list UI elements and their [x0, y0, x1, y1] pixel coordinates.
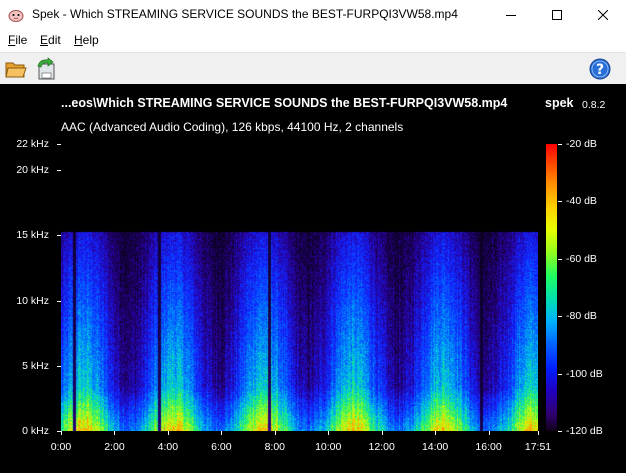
db-tick-label: -40 dB — [566, 195, 597, 208]
minimize-button[interactable] — [488, 0, 534, 30]
db-tick-mark — [558, 316, 562, 318]
db-colorbar — [546, 144, 557, 431]
freq-tick-label: 15 kHz — [16, 229, 49, 242]
time-tick-label: 14:00 — [421, 441, 449, 453]
window-title: Spek - Which STREAMING SERVICE SOUNDS th… — [32, 7, 458, 21]
maximize-icon — [552, 10, 562, 20]
db-tick-label: -20 dB — [566, 138, 597, 150]
freq-tick-mark — [57, 235, 61, 237]
time-tick-mark — [328, 431, 330, 435]
minimize-icon — [506, 15, 516, 16]
freq-tick-mark — [57, 300, 61, 302]
db-tick-mark — [558, 373, 562, 375]
freq-tick-label: 10 kHz — [16, 294, 49, 307]
menu-edit-accel: E — [40, 33, 49, 47]
menu-edit[interactable]: Edit — [40, 33, 61, 47]
time-tick-mark — [538, 431, 539, 435]
freq-tick-label: 5 kHz — [22, 359, 49, 372]
menu-help-rest: elp — [82, 33, 99, 47]
time-tick-label: 0:00 — [50, 441, 72, 453]
db-tick-mark — [558, 431, 562, 432]
time-tick-label: 4:00 — [157, 441, 179, 453]
freq-tick-mark — [57, 144, 61, 145]
db-tick-label: -100 dB — [566, 367, 603, 380]
save-button[interactable] — [34, 57, 58, 81]
file-title: ...eos\Which STREAMING SERVICE SOUNDS th… — [61, 96, 508, 110]
db-tick-mark — [558, 201, 562, 203]
menu-file-rest: ile — [15, 33, 28, 47]
db-tick-label: -80 dB — [566, 310, 597, 323]
db-tick-mark — [558, 144, 562, 145]
time-tick-label: 17:51 — [524, 441, 552, 453]
open-button[interactable] — [4, 57, 28, 81]
time-tick-label: 6:00 — [211, 441, 232, 453]
menu-edit-rest: dit — [48, 33, 61, 47]
time-tick-mark — [274, 431, 276, 435]
spectrogram-panel: ...eos\Which STREAMING SERVICE SOUNDS th… — [0, 84, 626, 473]
save-icon — [37, 57, 55, 80]
title-bar[interactable]: Spek - Which STREAMING SERVICE SOUNDS th… — [0, 0, 626, 30]
time-tick-label: 16:00 — [475, 441, 502, 453]
spek-app-icon — [8, 10, 24, 22]
time-tick-mark — [435, 431, 437, 435]
spek-app-name: spek — [545, 96, 574, 110]
freq-tick-label: 20 kHz — [16, 164, 49, 177]
freq-tick-label: 0 kHz — [22, 425, 49, 437]
time-tick-mark — [114, 431, 116, 435]
open-folder-icon — [5, 62, 27, 78]
help-icon: ? — [589, 58, 611, 80]
spectrogram-canvas — [61, 144, 538, 431]
menu-help-accel: H — [74, 33, 83, 47]
freq-tick-mark — [57, 170, 61, 172]
time-tick-label: 10:00 — [315, 441, 342, 453]
time-tick-label: 12:00 — [368, 441, 395, 453]
freq-tick-mark — [57, 365, 61, 367]
menu-bar: File Edit Help — [0, 30, 626, 51]
help-button[interactable]: ? — [588, 57, 612, 81]
freq-tick-label: 22 kHz — [16, 138, 49, 150]
time-tick-mark — [167, 431, 169, 435]
time-tick-mark — [221, 431, 223, 435]
spek-version: 0.8.2 — [582, 99, 606, 111]
close-button[interactable] — [580, 0, 626, 30]
svg-text:?: ? — [596, 62, 604, 78]
menu-file[interactable]: File — [8, 33, 27, 47]
spectrogram-plot — [61, 144, 538, 431]
db-tick-label: -60 dB — [566, 252, 597, 265]
toolbar: ? — [0, 52, 626, 84]
maximize-button[interactable] — [534, 0, 580, 30]
time-tick-label: 2:00 — [104, 441, 125, 453]
time-tick-mark — [381, 431, 383, 435]
close-icon — [598, 10, 608, 20]
time-tick-mark — [488, 431, 490, 435]
menu-help[interactable]: Help — [74, 33, 99, 47]
time-tick-label: 8:00 — [264, 441, 285, 453]
db-tick-mark — [558, 258, 562, 260]
db-tick-label: -120 dB — [566, 425, 603, 437]
codec-info: AAC (Advanced Audio Coding), 126 kbps, 4… — [61, 120, 404, 134]
time-tick-mark — [61, 431, 62, 435]
